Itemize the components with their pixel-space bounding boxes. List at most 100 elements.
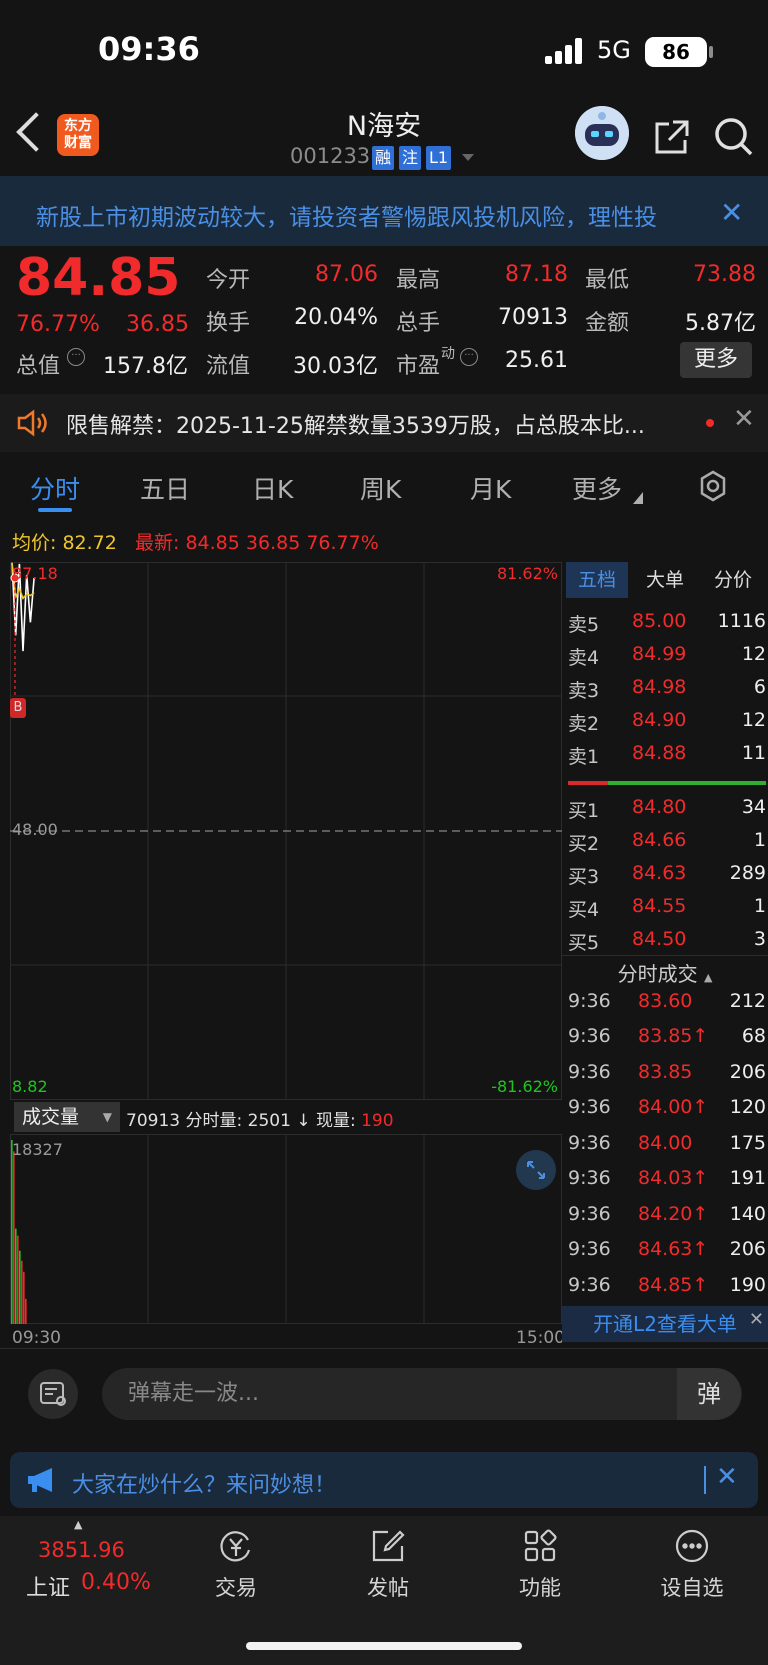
avg-price-value: 82.72 (62, 532, 117, 554)
bid-row: 买2 84.66 1 (568, 829, 766, 855)
status-time: 09:36 (98, 30, 200, 68)
time-axis-start: 09:30 (12, 1328, 61, 1348)
ask-row: 卖1 84.88 11 (568, 742, 766, 768)
danmaku-input[interactable]: 弹幕走一波... (102, 1368, 742, 1420)
notice-bar[interactable]: 限售解禁：2025-11-25解禁数量3539万股，占总股本比... ✕ (0, 394, 768, 452)
close-icon[interactable]: ✕ (733, 404, 755, 434)
high-label: 最高 (396, 268, 441, 293)
volume-bar (23, 1271, 25, 1324)
signal-icon (545, 38, 585, 64)
pct-axis-bottom: -81.62% (491, 1077, 558, 1096)
ask-banner[interactable]: 大家在炒什么？来问妙想！ ✕ (10, 1452, 758, 1508)
index-value[interactable]: 3851.96 (38, 1538, 125, 1562)
minute-volume-label: 分时量: (185, 1111, 243, 1131)
low-label: 最低 (585, 268, 630, 293)
danmaku-settings-icon[interactable] (28, 1369, 78, 1419)
tag-margin: 融 (372, 146, 395, 170)
stock-code: 001233 (290, 144, 371, 168)
battery-tip (709, 46, 713, 58)
volume-total: 70913 (126, 1111, 181, 1131)
open-l2-button[interactable]: 开通L2查看大单 ✕ (562, 1306, 768, 1342)
tab-five-level[interactable]: 五档 (566, 562, 628, 598)
volume-bar (19, 1250, 21, 1324)
tick-trades-header[interactable]: 分时成交 ▲ (562, 958, 768, 987)
tab-daily-k[interactable]: 日K (252, 470, 293, 506)
volume-value: 70913 (498, 305, 568, 330)
current-volume-value: 190 (361, 1111, 394, 1131)
tab-more[interactable]: 更多 (572, 470, 622, 506)
close-icon[interactable]: ✕ (720, 196, 743, 229)
status-bar: 09:36 5G 86 (0, 0, 768, 100)
search-icon[interactable] (713, 116, 755, 162)
tab-big-order[interactable]: 大单 (634, 562, 696, 598)
tab-price-dist[interactable]: 分价 (702, 562, 764, 598)
chevron-down-icon[interactable] (462, 154, 474, 161)
risk-banner: 新股上市初期波动较大，请投资者警惕跟风投机风险，理性投 ✕ (0, 176, 768, 246)
ask-row: 卖2 84.90 12 (568, 709, 766, 735)
close-icon[interactable]: ✕ (716, 1462, 738, 1492)
grid-icon (522, 1528, 558, 1564)
battery-icon: 86 (645, 37, 707, 67)
volume-bar (15, 1228, 17, 1324)
pe-value: 25.61 (505, 348, 568, 373)
caret-icon (633, 492, 643, 504)
settings-gear-icon[interactable] (697, 470, 729, 506)
more-button[interactable]: 更多 (680, 342, 752, 378)
open-label: 今开 (206, 268, 251, 293)
expand-icon[interactable] (516, 1150, 556, 1190)
info-icon[interactable]: ··· (67, 348, 85, 366)
turnover-label: 换手 (206, 311, 251, 336)
current-volume-label: 现量: (315, 1111, 356, 1131)
volume-indicator-select[interactable]: 成交量 ▼ (14, 1102, 120, 1132)
caret-up-icon: ▲ (703, 971, 713, 984)
share-icon[interactable] (651, 118, 691, 162)
chart-tabs: 分时 五日 日K 周K 月K 更多 (0, 456, 768, 518)
tick-row: 9:36 84.00↑ 120 (568, 1096, 766, 1118)
tick-row: 9:36 84.20↑ 140 (568, 1203, 766, 1225)
high-value: 87.18 (505, 262, 568, 287)
tag-registration: 注 (399, 146, 422, 170)
price-axis-mid: 48.00 (12, 820, 58, 839)
tick-row: 9:36 83.85↑ 68 (568, 1025, 766, 1047)
edit-icon (370, 1528, 406, 1564)
more-circle-icon (674, 1528, 710, 1564)
ask-row: 卖5 85.00 1116 (568, 610, 766, 636)
risk-banner-text: 新股上市初期波动较大，请投资者警惕跟风投机风险，理性投 (36, 205, 657, 231)
volume-bar (17, 1235, 19, 1324)
ask-row: 卖4 84.99 12 (568, 643, 766, 669)
amount-label: 金额 (585, 311, 630, 336)
tab-five-day[interactable]: 五日 (140, 470, 190, 506)
buy-ratio-bar (608, 781, 766, 785)
change-percent: 76.77% (16, 312, 100, 337)
last-price: 84.85 (16, 248, 181, 308)
float-cap-label: 流值 (206, 354, 251, 379)
volume-info: 70913 分时量: 2501 ↓ 现量: 190 (126, 1106, 394, 1131)
tick-row: 9:36 84.85↑ 190 (568, 1274, 766, 1296)
latest-change: 36.85 (245, 532, 301, 554)
volume-axis-max: 18327 (12, 1140, 63, 1159)
index-name[interactable]: 上证 (26, 1570, 70, 1602)
volume-label: 总手 (396, 311, 441, 336)
buy-marker[interactable]: B (10, 698, 26, 718)
assistant-avatar[interactable] (575, 106, 629, 160)
tab-monthly-k[interactable]: 月K (470, 470, 511, 506)
tab-intraday[interactable]: 分时 (30, 470, 80, 506)
caret-up-icon: ▲ (74, 1518, 83, 1531)
close-icon[interactable]: ✕ (749, 1302, 764, 1338)
bid-row: 买4 84.55 1 (568, 895, 766, 921)
pe-dynamic-sup: 动 (441, 346, 455, 362)
divider (562, 955, 768, 956)
index-percent[interactable]: 0.40% (81, 1570, 151, 1595)
danmaku-send-button[interactable]: 弹 (677, 1368, 741, 1420)
intraday-chart[interactable]: 87.18 48.00 8.82 81.62% -81.62% B (10, 562, 562, 1100)
volume-bar (25, 1298, 27, 1324)
volume-chart[interactable]: 18327 (10, 1134, 562, 1324)
tab-weekly-k[interactable]: 周K (360, 470, 401, 506)
notice-text: 限售解禁：2025-11-25解禁数量3539万股，占总股本比... (66, 414, 645, 439)
low-value: 73.88 (693, 262, 756, 287)
time-axis-end: 15:00 (516, 1328, 565, 1348)
network-type: 5G (597, 36, 631, 64)
tick-row: 9:36 83.60 212 (568, 990, 766, 1012)
ask-row: 卖3 84.98 6 (568, 676, 766, 702)
bid-row: 买1 84.80 34 (568, 796, 766, 822)
